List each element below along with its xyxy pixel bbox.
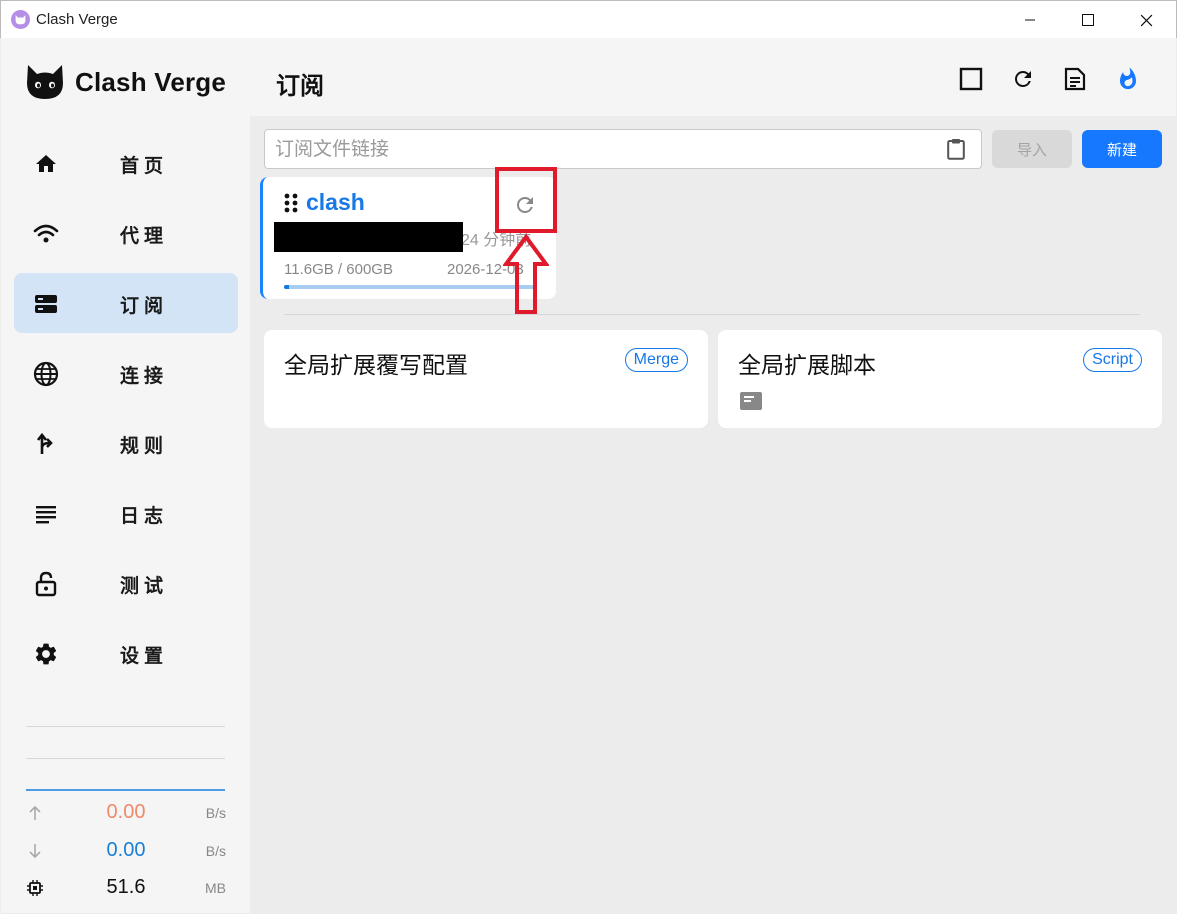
sidebar-item-label: 设置 [120, 646, 169, 667]
download-speed-unit: B/s [205, 843, 226, 859]
article-icon[interactable] [740, 392, 762, 412]
usage-progress-fill [284, 285, 289, 289]
brand-name: Clash Verge [75, 66, 227, 97]
minimize-button[interactable] [1001, 1, 1059, 39]
toggle-view-button[interactable] [958, 66, 984, 92]
section-divider [284, 314, 1140, 315]
upload-speed-unit: B/s [205, 805, 226, 821]
sidebar-item-label: 代理 [120, 226, 169, 247]
view-config-button[interactable] [1062, 66, 1088, 92]
close-button[interactable] [1117, 1, 1175, 39]
download-speed-value: 0.00 [106, 839, 146, 861]
merge-badge: Merge [624, 348, 688, 372]
memory-usage-unit: MB [205, 880, 226, 896]
subscription-url-field[interactable] [264, 129, 982, 169]
sidebar-item-label: 规则 [120, 436, 169, 457]
script-card-title: 全局扩展脚本 [738, 352, 876, 378]
sidebar-item-label: 测试 [120, 576, 169, 597]
gear-icon [33, 641, 59, 667]
arrow-up-icon [26, 804, 44, 822]
main-panel: 订阅 导入 新建 [250, 38, 1176, 913]
clipboard-icon[interactable] [945, 138, 967, 160]
app-logo-icon [11, 10, 30, 29]
usage-progress-bar [284, 285, 536, 289]
refresh-icon [1015, 71, 1031, 87]
sidebar-item-home[interactable]: 首页 [14, 133, 238, 193]
upload-speed-row: 0.00 B/s [26, 801, 226, 825]
global-merge-card[interactable]: 全局扩展覆写配置 Merge [264, 330, 708, 428]
maximize-icon [1082, 14, 1094, 26]
upload-speed-value: 0.00 [106, 801, 146, 823]
window-title: Clash Verge [36, 11, 118, 28]
sidebar: Clash Verge 首页 代理 订阅 连接 规则 日志 测试 设置 0.00… [1, 38, 250, 913]
sidebar-item-label: 连接 [120, 366, 169, 387]
maximize-button[interactable] [1059, 1, 1117, 39]
sidebar-item-label: 订阅 [120, 296, 169, 317]
refresh-all-button[interactable] [1010, 66, 1036, 92]
cat-logo-icon [27, 65, 63, 99]
sidebar-item-test[interactable]: 测试 [14, 553, 238, 613]
document-icon [1064, 67, 1086, 91]
sidebar-divider [26, 726, 225, 727]
minimize-icon [1025, 19, 1035, 21]
sidebar-item-settings[interactable]: 设置 [14, 623, 238, 683]
sidebar-item-connections[interactable]: 连接 [14, 343, 238, 403]
arrow-down-icon [26, 842, 44, 860]
close-icon [1140, 14, 1152, 26]
fork-arrow-icon [33, 431, 59, 457]
highlight-box [495, 167, 557, 233]
memory-usage-value: 51.6 [106, 876, 146, 898]
profile-name: clash [306, 189, 365, 215]
merge-card-title: 全局扩展覆写配置 [284, 352, 468, 378]
sidebar-divider [26, 758, 225, 759]
home-icon [33, 151, 59, 177]
page-header: 订阅 [250, 38, 1176, 116]
storage-icon [33, 291, 59, 317]
fire-icon [1120, 67, 1136, 90]
lock-open-icon [33, 571, 59, 597]
square-icon [959, 67, 983, 91]
profile-usage: 11.6GB / 600GB [284, 261, 393, 278]
list-lines-icon [33, 501, 59, 527]
global-script-card[interactable]: 全局扩展脚本 Script [718, 330, 1162, 428]
sidebar-item-proxy[interactable]: 代理 [14, 203, 238, 263]
download-speed-row: 0.00 B/s [26, 839, 226, 863]
brand: Clash Verge [25, 62, 226, 102]
sidebar-item-label: 首页 [120, 156, 169, 177]
sidebar-item-label: 日志 [120, 506, 169, 527]
redacted-url [274, 222, 463, 252]
sidebar-item-logs[interactable]: 日志 [14, 483, 238, 543]
new-profile-button[interactable]: 新建 [1082, 130, 1162, 168]
subscription-url-input[interactable] [275, 138, 915, 162]
sidebar-item-rules[interactable]: 规则 [14, 413, 238, 473]
wifi-icon [33, 221, 59, 247]
globe-icon [33, 361, 59, 387]
memory-chip-icon [26, 879, 44, 897]
drag-handle-icon[interactable] [283, 192, 299, 214]
import-button[interactable]: 导入 [992, 130, 1072, 168]
script-badge: Script [1083, 348, 1142, 372]
traffic-graph-line [26, 789, 225, 791]
title-bar: Clash Verge [0, 0, 1177, 38]
reactivate-button[interactable] [1115, 66, 1141, 92]
memory-usage-row: 51.6 MB [26, 876, 226, 900]
page-title: 订阅 [276, 73, 324, 100]
highlight-arrow-icon [503, 234, 549, 314]
sidebar-item-profiles[interactable]: 订阅 [14, 273, 238, 333]
